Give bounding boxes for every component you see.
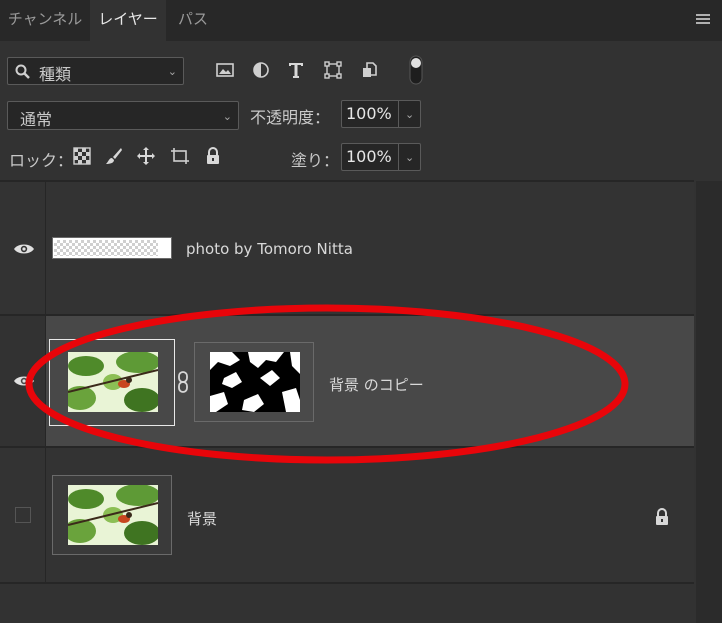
chevron-down-icon: ⌄ bbox=[222, 110, 232, 123]
chain-link-icon[interactable] bbox=[176, 371, 190, 393]
tab-paths[interactable]: パス bbox=[166, 0, 220, 41]
tab-channels[interactable]: チャンネル bbox=[0, 0, 90, 41]
chevron-down-icon[interactable]: ⌄ bbox=[405, 108, 414, 121]
layer-row-background[interactable]: 背景 bbox=[0, 448, 694, 582]
fill-value[interactable]: 100% bbox=[346, 147, 392, 166]
eye-icon[interactable] bbox=[13, 242, 35, 256]
lock-all-icon[interactable] bbox=[203, 146, 223, 166]
lock-transparent-pixels-icon[interactable] bbox=[72, 146, 92, 166]
panel-menu-icon[interactable] bbox=[696, 14, 710, 26]
layer-lock-icon[interactable] bbox=[654, 508, 670, 526]
bird-photo-thumbnail bbox=[68, 485, 158, 545]
chevron-down-icon[interactable]: ⌄ bbox=[405, 151, 414, 164]
opacity-field[interactable]: 100% ⌄ bbox=[341, 100, 421, 128]
adjustment-filter-icon[interactable] bbox=[251, 60, 271, 80]
lock-image-pixels-icon[interactable] bbox=[104, 146, 124, 166]
layer-name[interactable]: photo by Tomoro Nitta bbox=[186, 240, 353, 258]
eye-icon[interactable] bbox=[13, 374, 35, 388]
divider bbox=[0, 582, 694, 584]
layer-name[interactable]: 背景 のコピー bbox=[329, 374, 424, 395]
layer-mask-thumbnail[interactable] bbox=[194, 342, 314, 422]
blend-mode-select[interactable]: 通常 ⌄ bbox=[7, 101, 239, 130]
visibility-toggle[interactable] bbox=[15, 507, 31, 523]
layer-thumbnail[interactable] bbox=[52, 475, 172, 555]
chevron-down-icon: ⌄ bbox=[167, 65, 177, 78]
layer-thumbnail[interactable] bbox=[52, 237, 172, 259]
layer-thumbnail[interactable] bbox=[49, 339, 175, 426]
panel-tab-bar: チャンネル レイヤー パス bbox=[0, 0, 722, 41]
type-filter-icon[interactable] bbox=[286, 60, 306, 80]
layer-name[interactable]: 背景 bbox=[187, 508, 217, 529]
shape-filter-icon[interactable] bbox=[323, 60, 343, 80]
lock-label: ロック： bbox=[9, 151, 74, 170]
bird-photo-thumbnail bbox=[68, 352, 158, 412]
image-filter-icon[interactable] bbox=[215, 60, 235, 80]
blend-mode-value: 通常 bbox=[20, 110, 53, 129]
layers-scrollbar[interactable] bbox=[696, 181, 722, 623]
opacity-label: 不透明度： bbox=[250, 108, 331, 127]
tab-layers[interactable]: レイヤー bbox=[90, 0, 166, 41]
mask-preview bbox=[210, 352, 300, 412]
kind-filter-label: 種類 bbox=[39, 65, 72, 84]
lock-artboard-icon[interactable] bbox=[170, 146, 190, 166]
filter-toggle-icon[interactable] bbox=[409, 55, 423, 85]
layer-row-background-copy[interactable]: 背景 のコピー bbox=[0, 316, 694, 446]
search-icon bbox=[15, 64, 30, 79]
layer-row-photo-by[interactable]: photo by Tomoro Nitta bbox=[0, 182, 694, 314]
lock-position-icon[interactable] bbox=[136, 146, 156, 166]
smart-object-filter-icon[interactable] bbox=[360, 60, 380, 80]
fill-field[interactable]: 100% ⌄ bbox=[341, 143, 421, 171]
kind-filter-select[interactable]: 種類 ⌄ bbox=[7, 57, 184, 85]
opacity-value[interactable]: 100% bbox=[346, 104, 392, 123]
fill-label: 塗り： bbox=[291, 151, 340, 170]
